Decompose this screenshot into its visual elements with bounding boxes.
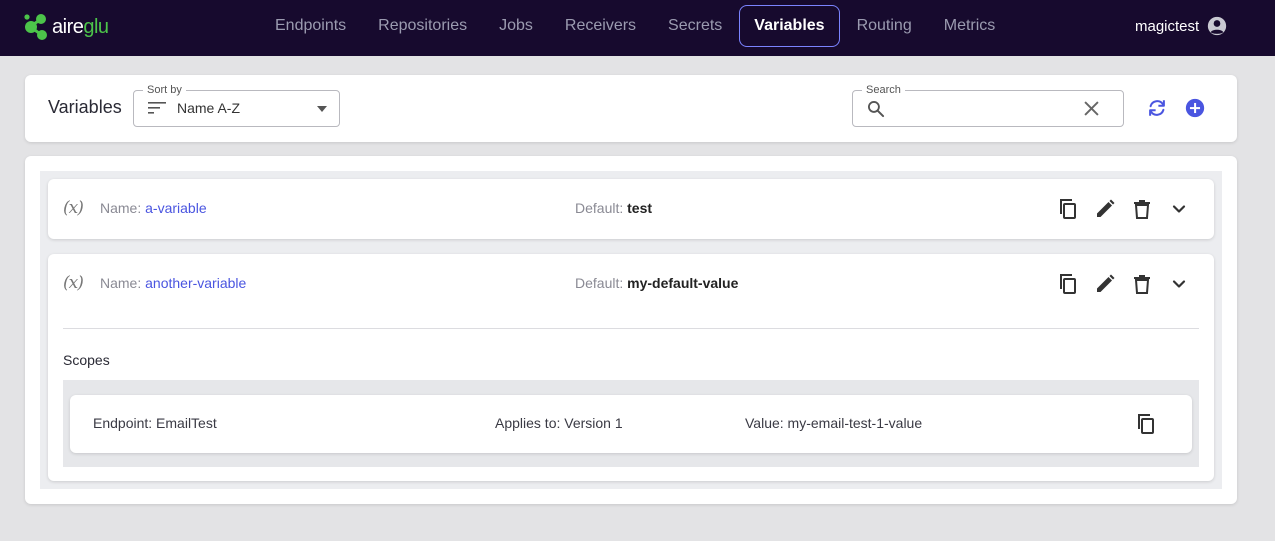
variable-row[interactable]: (𝑥) Name: a-variable Default: test [48,179,1214,239]
copy-icon[interactable] [1056,197,1080,221]
variable-card: (𝑥) Name: a-variable Default: test [48,179,1214,239]
name-value[interactable]: a-variable [145,200,206,216]
scopes-heading: Scopes [63,352,110,368]
default-label: Default: [575,200,624,216]
logo-molecule-icon [24,14,47,40]
logo-text-accent: glu [83,15,109,38]
chevron-down-icon[interactable] [1167,272,1191,296]
nav-repositories[interactable]: Repositories [363,5,482,47]
variable-icon: (𝑥) [63,198,84,218]
nav-metrics[interactable]: Metrics [929,5,1011,47]
variable-icon: (𝑥) [63,273,84,293]
account-circle-icon [1208,16,1227,36]
variables-list: (𝑥) Name: a-variable Default: test (𝑥) N… [40,171,1222,489]
dropdown-caret-icon [317,106,327,112]
page-title: Variables [48,97,122,117]
nav-variables[interactable]: Variables [739,5,840,47]
variable-default: Default: my-default-value [575,275,738,291]
variables-list-panel: (𝑥) Name: a-variable Default: test (𝑥) N… [25,156,1237,504]
nav-receivers[interactable]: Receivers [550,5,651,47]
variable-name: Name: another-variable [100,275,246,291]
top-nav-bar: aireglu Endpoints Repositories Jobs Rece… [0,0,1275,56]
close-icon[interactable] [1084,101,1099,116]
variable-card-expanded: (𝑥) Name: another-variable Default: my-d… [48,254,1214,481]
row-actions [1056,197,1204,221]
logo-text: aireglu [52,16,109,39]
scope-applies-to: Applies to: Version 1 [495,415,623,431]
name-value[interactable]: another-variable [145,275,246,291]
app-logo[interactable]: aireglu [24,11,109,43]
edit-icon[interactable] [1093,272,1117,296]
default-value: test [627,200,653,216]
variables-toolbar: Variables Sort by Name A-Z Search [25,75,1237,142]
nav-secrets[interactable]: Secrets [653,5,737,47]
chevron-down-icon[interactable] [1167,197,1191,221]
search-field: Search [852,83,1124,127]
variable-row[interactable]: (𝑥) Name: another-variable Default: my-d… [48,254,1214,314]
delete-icon[interactable] [1130,272,1154,296]
name-label: Name: [100,200,142,216]
divider [63,328,1199,329]
nav-jobs[interactable]: Jobs [484,5,548,47]
scope-item: Endpoint: EmailTest Applies to: Version … [70,395,1192,453]
user-name: magictest [1135,17,1200,35]
default-value: my-default-value [627,275,739,291]
nav-routing[interactable]: Routing [842,5,927,47]
add-circle-icon[interactable] [1184,97,1206,119]
variable-default: Default: test [575,200,652,216]
sort-lines-icon [148,102,166,114]
search-icon [868,101,885,118]
scope-endpoint: Endpoint: EmailTest [93,415,217,431]
sort-select[interactable]: Sort by Name A-Z [133,83,340,127]
row-actions [1056,272,1204,296]
refresh-icon[interactable] [1146,97,1168,119]
edit-icon[interactable] [1093,197,1117,221]
variable-name: Name: a-variable [100,200,207,216]
main-nav: Endpoints Repositories Jobs Receivers Se… [260,5,1012,47]
scope-value: Value: my-email-test-1-value [745,415,923,431]
user-menu[interactable]: magictest [1135,14,1227,38]
search-input[interactable] [893,97,1073,121]
nav-endpoints[interactable]: Endpoints [260,5,361,47]
default-label: Default: [575,275,624,291]
sort-value: Name A-Z [177,100,241,116]
name-label: Name: [100,275,142,291]
sort-legend: Sort by [143,83,186,97]
delete-icon[interactable] [1130,197,1154,221]
logo-text-main: aire [52,15,84,38]
scopes-list: Endpoint: EmailTest Applies to: Version … [63,380,1199,467]
search-legend: Search [862,83,905,97]
copy-icon[interactable] [1134,412,1158,436]
copy-icon[interactable] [1056,272,1080,296]
